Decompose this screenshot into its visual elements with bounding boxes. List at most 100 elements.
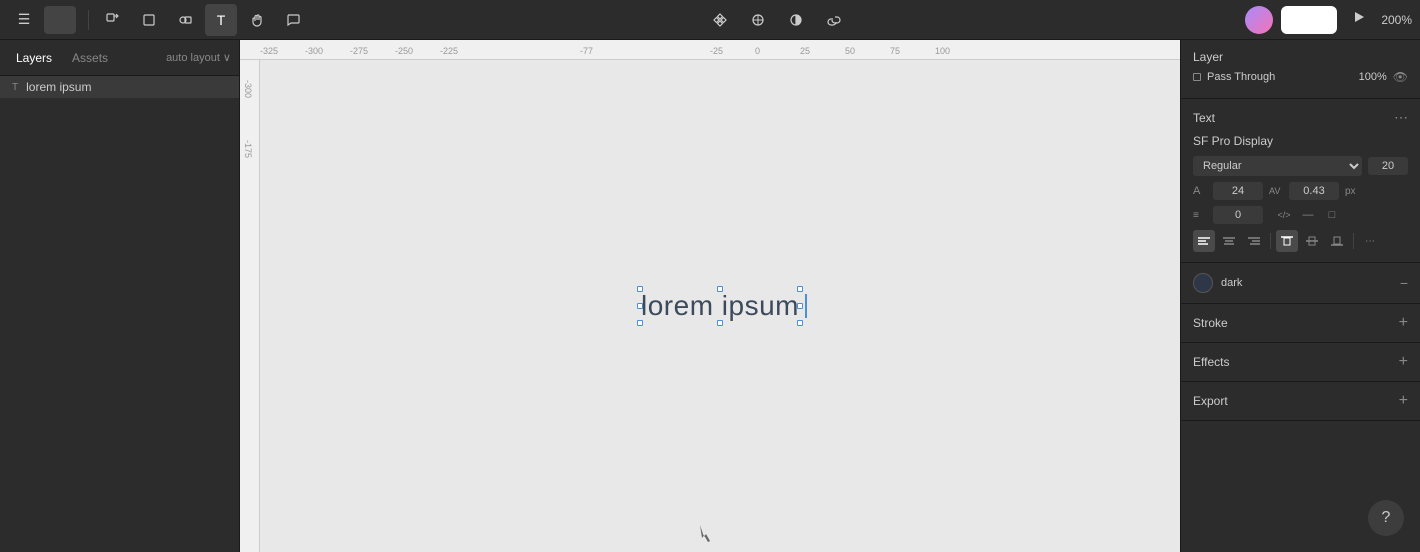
text-section-title: Text [1193,111,1215,125]
help-button[interactable]: ? [1368,500,1404,536]
move-tool[interactable] [97,4,129,36]
fill-color-name: dark [1221,277,1242,289]
ruler-mark: -25 [710,46,723,56]
link-tool[interactable] [818,4,850,36]
text-section: Text ⋯ SF Pro Display Regular A AV px ≡ [1181,99,1420,263]
valign-top-btn[interactable] [1276,230,1298,252]
play-button[interactable] [1345,6,1373,34]
paint-icon [751,13,765,27]
effects-header-row: Effects + [1193,353,1408,371]
comment-icon [286,13,300,27]
font-weight-select[interactable]: Regular [1193,156,1362,176]
shape-tool[interactable] [169,4,201,36]
comment-tool[interactable] [277,4,309,36]
valign-middle-icon [1306,236,1318,246]
canvas-text-element[interactable]: lorem ipsum [641,290,799,321]
paragraph-spacing-input[interactable] [1213,206,1263,224]
line-height-input[interactable] [1213,182,1263,200]
ruler-mark: -77 [580,46,593,56]
ruler-mark: 25 [800,46,810,56]
valign-top-icon [1281,236,1293,246]
canvas-content[interactable]: lorem ipsum [260,60,1180,552]
text-tool-icon: T [217,12,226,28]
font-size-input[interactable] [1368,157,1408,175]
ruler-mark: -300 [305,46,323,56]
letter-spacing-unit: px [1345,186,1356,197]
left-panel: Layers Assets auto layout ∨ T lorem ipsu… [0,40,240,552]
menu-icon: ☰ [18,11,31,28]
valign-middle-btn[interactable] [1301,230,1323,252]
code-style-btn[interactable]: </> [1273,204,1295,226]
strikethrough-btn[interactable]: — [1297,204,1319,226]
text-align-row: ⋯ [1193,230,1408,252]
align-right-icon [1248,236,1260,246]
paint-tool[interactable] [742,4,774,36]
fill-color-swatch[interactable] [1193,273,1213,293]
export-title: Export [1193,394,1228,408]
ruler-mark: 50 [845,46,855,56]
ruler-mark: -250 [395,46,413,56]
blend-mode-row: Pass Through 100% 👁 [1193,70,1408,84]
opacity-value[interactable]: 100% [1359,71,1387,83]
layer-dot-icon [1193,73,1201,81]
panel-tabs: Layers Assets auto layout ∨ [0,40,239,76]
cursor-icon [700,525,712,545]
hand-tool[interactable] [241,4,273,36]
align-left-btn[interactable] [1193,230,1215,252]
ruler-mark: 100 [935,46,950,56]
ruler-side: -300 -175 [240,60,260,552]
preview-button[interactable] [1281,6,1337,34]
blend-mode-label[interactable]: Pass Through [1207,71,1275,83]
valign-bottom-icon [1331,236,1343,246]
letter-spacing-input[interactable] [1289,182,1339,200]
ruler-top: -325 -300 -275 -250 -225 -77 -25 0 25 50… [240,40,1180,60]
zoom-label: 200% [1381,13,1412,27]
frame-tool[interactable] [133,4,165,36]
paragraph-row: ≡ </> — □ [1193,204,1408,226]
component-tool[interactable] [704,4,736,36]
effects-section: Effects + [1181,343,1420,382]
stroke-title: Stroke [1193,316,1228,330]
text-tool[interactable]: T [205,4,237,36]
valign-bottom-btn[interactable] [1326,230,1348,252]
stroke-header-row: Stroke + [1193,314,1408,332]
align-right-btn[interactable] [1243,230,1265,252]
toolbar-right: 200% [1245,6,1412,34]
help-icon: ? [1382,509,1391,527]
align-center-btn[interactable] [1218,230,1240,252]
right-panel: Layer Pass Through 100% 👁 Text ⋯ SF Pro … [1180,40,1420,552]
more-text-options-btn[interactable]: ⋯ [1359,230,1381,252]
export-add-btn[interactable]: + [1399,392,1408,410]
layer-name: lorem ipsum [26,80,91,94]
frame-icon [142,13,156,27]
ruler-side-mark: -175 [243,140,253,158]
canvas[interactable]: -325 -300 -275 -250 -225 -77 -25 0 25 50… [240,40,1180,552]
font-weight-row: Regular [1193,156,1408,176]
fill-remove-btn[interactable]: − [1400,275,1408,291]
stroke-add-btn[interactable]: + [1399,314,1408,332]
ruler-mark: -275 [350,46,368,56]
assets-tab[interactable]: Assets [64,47,116,69]
layers-tab[interactable]: Layers [8,47,60,69]
effects-title: Effects [1193,355,1229,369]
fill-color-row: dark − [1193,273,1408,293]
link-icon [827,13,841,27]
align-separator-2 [1353,233,1354,249]
toolbar: ☰ T [0,0,1420,40]
center-tools [704,4,850,36]
text-box-btn[interactable]: □ [1321,204,1343,226]
effects-add-btn[interactable]: + [1399,353,1408,371]
ruler-side-mark: -300 [243,80,253,98]
menu-button[interactable]: ☰ [8,4,40,36]
eye-icon[interactable]: 👁 [1393,70,1408,84]
logo-placeholder [44,6,76,34]
contrast-tool[interactable] [780,4,812,36]
auto-layout-button[interactable]: auto layout ∨ [166,51,231,64]
paragraph-icon: ≡ [1193,210,1207,221]
text-selection-container: lorem ipsum [641,290,799,322]
text-decoration-group: </> — □ [1273,204,1343,226]
ruler-mark: -325 [260,46,278,56]
text-section-more[interactable]: ⋯ [1394,109,1408,126]
layer-item-lorem-ipsum[interactable]: T lorem ipsum [0,76,239,98]
layer-section: Layer Pass Through 100% 👁 [1181,40,1420,99]
